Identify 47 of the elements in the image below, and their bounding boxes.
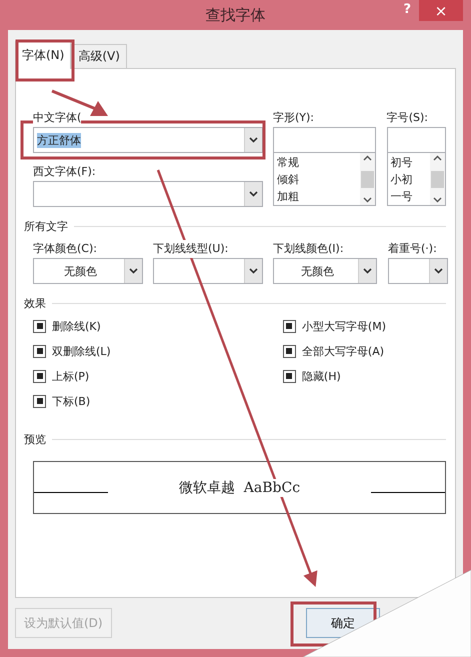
section-heading: 效果 (24, 296, 46, 311)
checkbox[interactable] (282, 344, 296, 358)
checkbox-label: 上标(P) (52, 368, 90, 384)
checkbox[interactable] (33, 344, 46, 358)
dropdown-caret-icon (434, 268, 443, 274)
checkbox-label: 双删除线(L) (52, 344, 111, 358)
close-button[interactable]: × (419, 0, 463, 21)
list-item[interactable]: 加粗 (277, 188, 357, 205)
dropdown-caret-icon (249, 268, 258, 274)
list-item[interactable]: 倾斜 (277, 171, 357, 188)
scroll-down-icon[interactable] (362, 197, 372, 203)
chinese-font-dropdown[interactable]: 方正舒体 (33, 127, 263, 153)
checkbox-label: 删除线(K) (52, 318, 101, 334)
checkbox[interactable] (282, 370, 296, 382)
tab[interactable]: 高级(V) (71, 44, 127, 68)
scroll-up-icon[interactable] (362, 155, 372, 161)
font-style-field[interactable] (273, 127, 376, 153)
dropdown[interactable] (153, 258, 263, 284)
dropdown[interactable]: 无颜色 (33, 258, 143, 284)
section-heading: 预览 (24, 432, 46, 447)
scroll-up-icon[interactable] (433, 155, 442, 161)
font-size-field[interactable] (386, 127, 446, 153)
dropdown-caret-icon (249, 191, 258, 197)
checkbox[interactable] (33, 320, 46, 332)
window-title: 查找字体 (206, 6, 266, 25)
dropdown-caret-icon (363, 268, 372, 274)
preview-sample-text: 微软卓越 AaBbCc (178, 478, 300, 496)
dropdown[interactable]: 无颜色 (273, 258, 377, 284)
dropdown-caret-icon (249, 137, 258, 143)
dropdown-caret-icon (129, 268, 138, 274)
field-label: 下划线线型(U): (153, 240, 228, 258)
checkbox-label: 小型大写字母(M) (302, 318, 386, 334)
checkbox-label: 全部大写字母(A) (302, 344, 384, 358)
checkbox[interactable] (33, 394, 46, 408)
list-item[interactable]: 初号 (390, 154, 427, 171)
scrollbar[interactable] (360, 153, 375, 205)
checkbox[interactable] (33, 370, 46, 382)
checkbox[interactable] (282, 320, 296, 332)
list-item[interactable]: 小初 (390, 171, 427, 188)
section-heading: 所有文字 (24, 219, 68, 234)
scrollbar[interactable] (430, 153, 445, 205)
checkbox-label: 下标(B) (52, 394, 90, 408)
list-item[interactable]: 常规 (277, 154, 357, 171)
list-item[interactable]: 一号 (390, 188, 427, 205)
checkbox-label: 隐藏(H) (302, 368, 341, 384)
highlight-frame (16, 40, 74, 82)
scroll-down-icon[interactable] (433, 197, 442, 203)
